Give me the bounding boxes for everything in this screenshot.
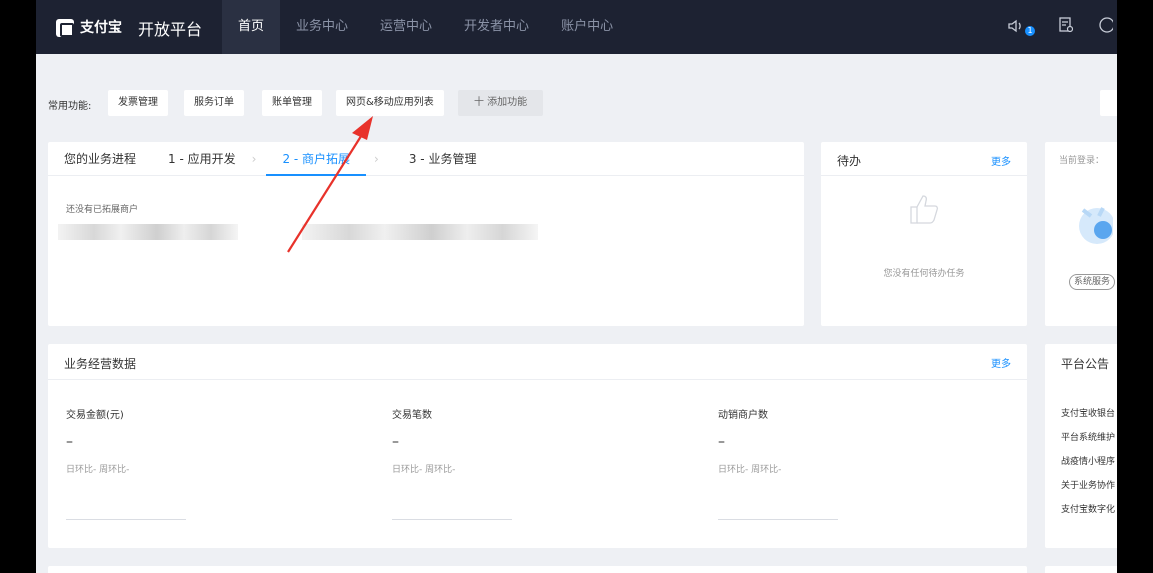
notice-item[interactable]: 关于业务协作 (1061, 478, 1115, 491)
platform-notice-title: 平台公告 (1061, 357, 1110, 371)
redacted-content (302, 224, 538, 240)
business-data-header: 业务经营数据 更多 (48, 344, 1027, 380)
metric-label-count: 交易笔数 (392, 410, 432, 421)
account-header: 当前登录： (1045, 142, 1117, 176)
notice-item[interactable]: 战疫情小程序 (1061, 454, 1115, 467)
progress-tabs: 您的业务进程 1 - 应用开发 › 2 - 商户拓展 › 3 - 业务管理 (48, 142, 804, 176)
topbar-actions: 1 (1008, 0, 1117, 54)
tab-separator: › (251, 152, 257, 166)
nav-developer-center[interactable]: 开发者中心 (448, 0, 545, 54)
metric-value-amount: – (66, 434, 73, 450)
platform-notice-header: 平台公告 (1045, 344, 1117, 380)
tab-merchant-expansion[interactable]: 2 - 商户拓展 (266, 142, 367, 176)
quick-functions-label: 常用功能: (48, 101, 92, 112)
service-tag[interactable]: 系统服务 (1069, 274, 1116, 290)
nav-operations-center[interactable]: 运营中心 (364, 0, 448, 54)
quick-invoice-button[interactable]: 发票管理 (108, 90, 168, 116)
metric-ratio-merchants: 日环比- 周环比- (718, 465, 782, 475)
business-progress-card: 您的业务进程 1 - 应用开发 › 2 - 商户拓展 › 3 - 业务管理 还没… (48, 142, 804, 326)
todo-title: 待办 (837, 154, 862, 168)
avatar (1079, 207, 1113, 244)
notice-item[interactable]: 支付宝数字化 (1061, 502, 1115, 515)
todo-card: 待办 更多 您没有任何待办任务 (821, 142, 1027, 326)
help-icon (1099, 17, 1115, 33)
metric-sparkline-count (392, 519, 512, 520)
metric-sparkline-amount (66, 519, 186, 520)
redacted-content (58, 224, 238, 240)
account-card: 当前登录： 系统服务 (1045, 142, 1117, 326)
add-function-button[interactable]: 十 添加功能 (458, 90, 544, 116)
notice-item[interactable]: 支付宝收银台 (1061, 406, 1115, 419)
alipay-logo-icon (56, 19, 74, 37)
main-nav: 首页 业务中心 运营中心 开发者中心 账户中心 (222, 0, 629, 54)
business-data-title: 业务经营数据 (64, 357, 137, 371)
quick-service-order-button[interactable]: 服务订单 (184, 90, 244, 116)
todo-more-link[interactable]: 更多 (991, 153, 1011, 168)
quick-bill-button[interactable]: 账单管理 (262, 90, 322, 116)
tab-business-management[interactable]: 3 - 业务管理 (393, 142, 493, 176)
thumbs-up-icon (910, 195, 939, 224)
quick-more-button[interactable] (1100, 90, 1117, 116)
metric-sparkline-merchants (718, 519, 838, 520)
current-login-label: 当前登录： (1059, 156, 1105, 166)
metric-value-merchants: – (718, 434, 725, 450)
metric-label-amount: 交易金额(元) (66, 410, 124, 421)
platform-title: 开放平台 (138, 20, 203, 39)
metric-ratio-count: 日环比- 周环比- (392, 465, 456, 475)
quick-app-list-button[interactable]: 网页&移动应用列表 (336, 90, 444, 116)
metric-ratio-amount: 日环比- 周环比- (66, 465, 130, 475)
document-icon (1059, 17, 1074, 33)
logo-text: 支付宝 (80, 20, 122, 36)
business-data-card: 业务经营数据 更多 交易金额(元) – 日环比- 周环比- 交易笔数 – 日环比… (48, 344, 1027, 548)
app-frame: 支付宝 开放平台 首页 业务中心 运营中心 开发者中心 账户中心 1 常用功能:… (36, 0, 1117, 573)
notice-item[interactable]: 平台系统维护 (1061, 430, 1115, 443)
next-card (48, 566, 1027, 573)
help-button[interactable] (1097, 17, 1115, 37)
tab-separator: › (374, 152, 379, 166)
speaker-icon (1008, 19, 1021, 32)
notification-badge: 1 (1025, 25, 1035, 36)
metric-label-merchants: 动销商户数 (718, 410, 768, 421)
quick-functions-bar: 常用功能: 发票管理 服务订单 账单管理 网页&移动应用列表 十 添加功能 (36, 54, 1117, 134)
business-data-more-link[interactable]: 更多 (991, 355, 1011, 370)
notification-button[interactable]: 1 (1008, 18, 1035, 37)
platform-notice-card: 平台公告 支付宝收银台 平台系统维护 战疫情小程序 关于业务协作 支付宝数字化 (1045, 344, 1117, 548)
tab-app-development[interactable]: 1 - 应用开发 (152, 142, 252, 176)
metric-value-count: – (392, 434, 399, 450)
top-navigation-bar: 支付宝 开放平台 首页 业务中心 运营中心 开发者中心 账户中心 1 (36, 0, 1117, 54)
nav-business-center[interactable]: 业务中心 (280, 0, 364, 54)
alipay-logo[interactable]: 支付宝 开放平台 (56, 16, 202, 40)
next-card (1045, 566, 1117, 573)
todo-empty-text: 您没有任何待办任务 (883, 269, 965, 279)
todo-header: 待办 更多 (821, 142, 1027, 176)
nav-home[interactable]: 首页 (222, 0, 281, 54)
document-button[interactable] (1059, 17, 1074, 37)
progress-title: 您的业务进程 (64, 152, 137, 166)
business-progress-header: 您的业务进程 1 - 应用开发 › 2 - 商户拓展 › 3 - 业务管理 (48, 142, 804, 176)
no-merchant-text: 还没有已拓展商户 (66, 205, 139, 215)
nav-account-center[interactable]: 账户中心 (545, 0, 629, 54)
